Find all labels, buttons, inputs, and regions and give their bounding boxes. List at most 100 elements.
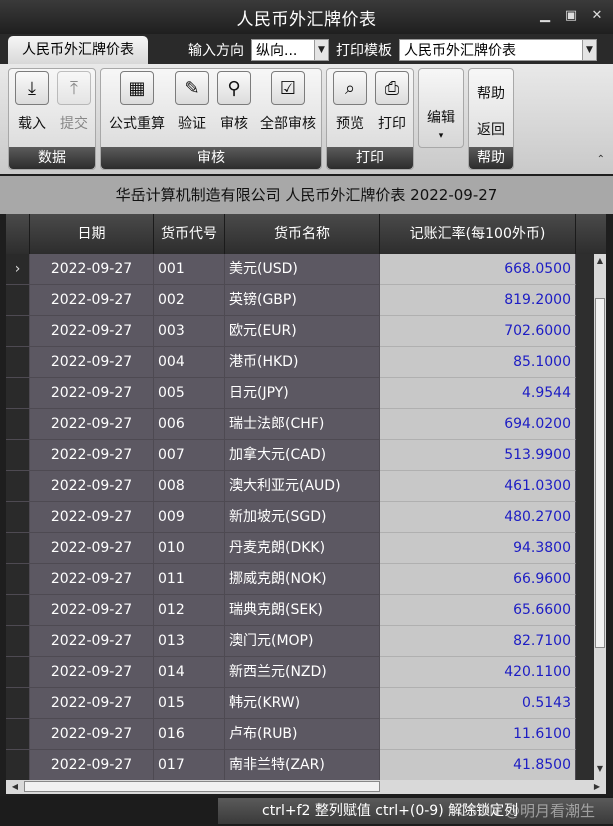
row-indicator[interactable] <box>6 595 30 626</box>
audit-all-button[interactable]: ☑ 全部审核 <box>257 71 319 133</box>
audit-button[interactable]: ⚲ 审核 <box>215 71 253 133</box>
cell-date[interactable]: 2022-09-27 <box>30 595 154 626</box>
help-button[interactable]: 帮助 <box>469 83 513 103</box>
row-indicator[interactable] <box>6 440 30 471</box>
cell-date[interactable]: 2022-09-27 <box>30 440 154 471</box>
scroll-left-icon[interactable]: ◀ <box>8 780 22 794</box>
cell-date[interactable]: 2022-09-27 <box>30 316 154 347</box>
table-row[interactable]: 2022-09-27 015 韩元(KRW) 0.5143 <box>6 688 576 719</box>
cell-currency-name[interactable]: 澳门元(MOP) <box>225 626 380 657</box>
table-row[interactable]: 2022-09-27 005 日元(JPY) 4.9544 <box>6 378 576 409</box>
cell-currency-code[interactable]: 015 <box>154 688 225 719</box>
cell-date[interactable]: 2022-09-27 <box>30 471 154 502</box>
header-rate[interactable]: 记账汇率(每100外币) <box>380 214 576 254</box>
formula-recalc-button[interactable]: ▦ 公式重算 <box>104 71 170 133</box>
cell-rate[interactable]: 82.7100 <box>380 626 576 657</box>
row-indicator[interactable] <box>6 564 30 595</box>
cell-currency-name[interactable]: 港币(HKD) <box>225 347 380 378</box>
table-row[interactable]: 2022-09-27 011 挪威克朗(NOK) 66.9600 <box>6 564 576 595</box>
scroll-down-icon[interactable]: ▼ <box>594 764 606 778</box>
cell-currency-code[interactable]: 005 <box>154 378 225 409</box>
cell-rate[interactable]: 94.3800 <box>380 533 576 564</box>
row-indicator[interactable] <box>6 347 30 378</box>
cell-date[interactable]: 2022-09-27 <box>30 657 154 688</box>
row-indicator[interactable] <box>6 502 30 533</box>
cell-date[interactable]: 2022-09-27 <box>30 719 154 750</box>
header-date[interactable]: 日期 <box>30 214 154 254</box>
cell-currency-code[interactable]: 010 <box>154 533 225 564</box>
cell-currency-code[interactable]: 008 <box>154 471 225 502</box>
cell-currency-code[interactable]: 014 <box>154 657 225 688</box>
row-indicator[interactable] <box>6 750 30 780</box>
cell-rate[interactable]: 4.9544 <box>380 378 576 409</box>
row-indicator[interactable] <box>6 719 30 750</box>
cell-date[interactable]: 2022-09-27 <box>30 688 154 719</box>
row-indicator[interactable]: › <box>6 254 30 285</box>
row-indicator[interactable] <box>6 688 30 719</box>
cell-currency-name[interactable]: 新加坡元(SGD) <box>225 502 380 533</box>
cell-rate[interactable]: 66.9600 <box>380 564 576 595</box>
horizontal-scrollbar[interactable]: ◀ ▶ <box>6 780 606 794</box>
cell-date[interactable]: 2022-09-27 <box>30 254 154 285</box>
table-row[interactable]: 2022-09-27 006 瑞士法郎(CHF) 694.0200 <box>6 409 576 440</box>
edit-dropdown-button[interactable]: 编辑 ▾ <box>418 68 464 148</box>
table-row[interactable]: 2022-09-27 010 丹麦克朗(DKK) 94.3800 <box>6 533 576 564</box>
row-indicator[interactable] <box>6 471 30 502</box>
cell-currency-code[interactable]: 013 <box>154 626 225 657</box>
cell-currency-code[interactable]: 007 <box>154 440 225 471</box>
cell-currency-name[interactable]: 瑞典克朗(SEK) <box>225 595 380 626</box>
table-row[interactable]: 2022-09-27 012 瑞典克朗(SEK) 65.6600 <box>6 595 576 626</box>
load-button[interactable]: ⤓ 载入 <box>13 71 51 133</box>
cell-date[interactable]: 2022-09-27 <box>30 564 154 595</box>
cell-currency-name[interactable]: 南非兰特(ZAR) <box>225 750 380 780</box>
scroll-up-icon[interactable]: ▲ <box>594 256 606 270</box>
vertical-scroll-thumb[interactable] <box>595 298 605 648</box>
close-icon[interactable]: ✕ <box>589 8 605 24</box>
cell-currency-code[interactable]: 017 <box>154 750 225 780</box>
cell-rate[interactable]: 513.9900 <box>380 440 576 471</box>
cell-rate[interactable]: 461.0300 <box>380 471 576 502</box>
cell-date[interactable]: 2022-09-27 <box>30 285 154 316</box>
row-indicator[interactable] <box>6 626 30 657</box>
cell-currency-code[interactable]: 011 <box>154 564 225 595</box>
cell-currency-name[interactable]: 澳大利亚元(AUD) <box>225 471 380 502</box>
cell-currency-name[interactable]: 英镑(GBP) <box>225 285 380 316</box>
minimize-icon[interactable]: ▁ <box>537 8 553 24</box>
cell-currency-code[interactable]: 012 <box>154 595 225 626</box>
cell-date[interactable]: 2022-09-27 <box>30 533 154 564</box>
input-direction-select[interactable]: 纵向... ▼ <box>251 39 329 61</box>
cell-rate[interactable]: 41.8500 <box>380 750 576 780</box>
table-row[interactable]: 2022-09-27 017 南非兰特(ZAR) 41.8500 <box>6 750 576 780</box>
print-button[interactable]: ⎙ 打印 <box>373 71 411 133</box>
row-indicator[interactable] <box>6 533 30 564</box>
table-row[interactable]: 2022-09-27 007 加拿大元(CAD) 513.9900 <box>6 440 576 471</box>
row-indicator[interactable] <box>6 316 30 347</box>
cell-rate[interactable]: 420.1100 <box>380 657 576 688</box>
cell-currency-code[interactable]: 002 <box>154 285 225 316</box>
back-button[interactable]: 返回 <box>469 119 513 139</box>
cell-rate[interactable]: 694.0200 <box>380 409 576 440</box>
scroll-right-icon[interactable]: ▶ <box>590 780 604 794</box>
submit-button[interactable]: ⤒ 提交 <box>55 71 93 133</box>
cell-currency-code[interactable]: 004 <box>154 347 225 378</box>
cell-date[interactable]: 2022-09-27 <box>30 378 154 409</box>
cell-rate[interactable]: 85.1000 <box>380 347 576 378</box>
table-row[interactable]: 2022-09-27 008 澳大利亚元(AUD) 461.0300 <box>6 471 576 502</box>
horizontal-scroll-thumb[interactable] <box>24 781 380 792</box>
cell-date[interactable]: 2022-09-27 <box>30 626 154 657</box>
verify-button[interactable]: ✎ 验证 <box>173 71 211 133</box>
cell-currency-name[interactable]: 丹麦克朗(DKK) <box>225 533 380 564</box>
cell-rate[interactable]: 702.6000 <box>380 316 576 347</box>
cell-date[interactable]: 2022-09-27 <box>30 409 154 440</box>
cell-rate[interactable]: 668.0500 <box>380 254 576 285</box>
cell-currency-code[interactable]: 003 <box>154 316 225 347</box>
cell-currency-code[interactable]: 009 <box>154 502 225 533</box>
cell-currency-name[interactable]: 瑞士法郎(CHF) <box>225 409 380 440</box>
cell-currency-name[interactable]: 日元(JPY) <box>225 378 380 409</box>
cell-rate[interactable]: 819.2000 <box>380 285 576 316</box>
cell-rate[interactable]: 65.6600 <box>380 595 576 626</box>
row-indicator[interactable] <box>6 657 30 688</box>
cell-rate[interactable]: 0.5143 <box>380 688 576 719</box>
cell-currency-name[interactable]: 韩元(KRW) <box>225 688 380 719</box>
cell-rate[interactable]: 11.6100 <box>380 719 576 750</box>
